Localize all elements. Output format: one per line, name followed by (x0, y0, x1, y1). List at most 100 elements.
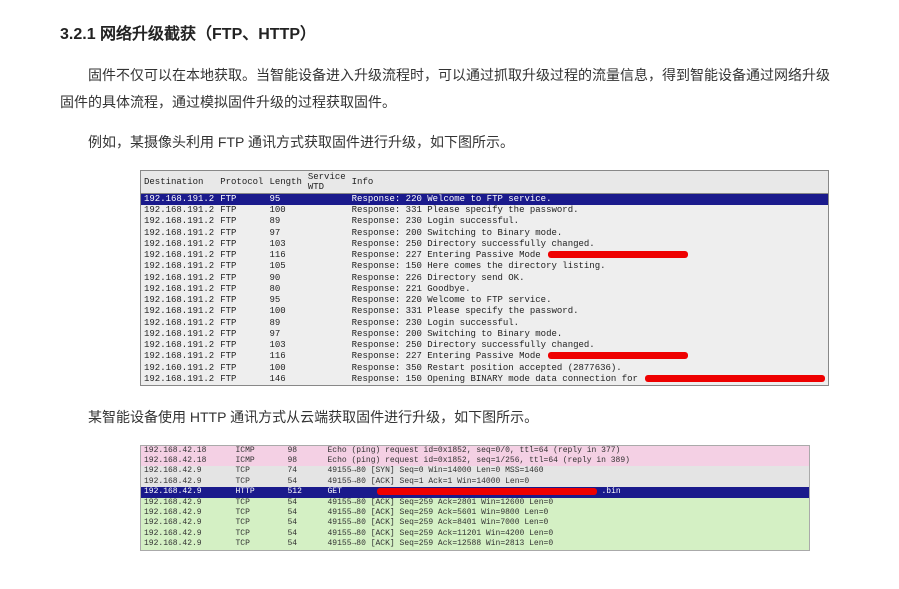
cell: HTTP (233, 487, 285, 497)
paragraph-1: 固件不仅可以在本地获取。当智能设备进入升级流程时，可以通过抓取升级过程的流量信息… (60, 62, 839, 115)
table-row: 192.168.42.9TCP7449155→80 [SYN] Seq=0 Wi… (141, 466, 810, 476)
table-row: 192.168.191.2FTP146Response: 150 Opening… (141, 374, 829, 386)
info-text: 49155→80 [ACK] Seq=259 Ack=2801 Win=1260… (328, 498, 554, 507)
cell-info: Response: 150 Opening BINARY mode data c… (349, 374, 829, 386)
cell: 192.168.191.2 (141, 273, 218, 284)
cell: 95 (266, 295, 304, 306)
cell (305, 284, 349, 295)
http-table: 192.168.42.18ICMP98Echo (ping) request i… (140, 445, 810, 551)
info-text: 49155→80 [ACK] Seq=259 Ack=11201 Win=420… (328, 529, 554, 538)
redaction-icon (548, 352, 688, 359)
table-row: 192.168.42.18ICMP98Echo (ping) request i… (141, 445, 810, 456)
cell: 192.168.191.2 (141, 306, 218, 317)
table-row: 192.168.42.9TCP5449155→80 [ACK] Seq=259 … (141, 529, 810, 539)
info-text: Response: 220 Welcome to FTP service. (352, 194, 552, 204)
table-row: 192.168.191.2FTP103Response: 250 Directo… (141, 340, 829, 351)
cell: 98 (285, 456, 325, 466)
table-row: 192.168.42.9TCP5449155→80 [ACK] Seq=1 Ac… (141, 477, 810, 487)
info-text: Echo (ping) request id=0x1852, seq=1/256… (328, 456, 630, 465)
cell: FTP (217, 261, 266, 272)
cell-info: Response: 220 Welcome to FTP service. (349, 295, 829, 306)
info-text: Response: 250 Directory successfully cha… (352, 239, 595, 249)
cell: FTP (217, 374, 266, 386)
redaction-icon (645, 375, 825, 382)
cell: TCP (233, 466, 285, 476)
info-text: 49155→80 [ACK] Seq=259 Ack=12588 Win=281… (328, 539, 554, 548)
cell: 80 (266, 284, 304, 295)
cell-info: 49155→80 [ACK] Seq=1 Ack=1 Win=14000 Len… (325, 477, 810, 487)
paragraph-2: 例如，某摄像头利用 FTP 通讯方式获取固件进行升级，如下图所示。 (60, 129, 839, 156)
cell: 146 (266, 374, 304, 386)
cell-info: 49155→80 [ACK] Seq=259 Ack=12588 Win=281… (325, 539, 810, 550)
cell: 74 (285, 466, 325, 476)
info-text: Response: 227 Entering Passive Mode (352, 250, 546, 260)
info-text: Response: 331 Please specify the passwor… (352, 205, 579, 215)
cell: 192.168.191.2 (141, 351, 218, 362)
info-text: Response: 150 Opening BINARY mode data c… (352, 374, 644, 384)
cell (305, 273, 349, 284)
cell: FTP (217, 295, 266, 306)
cell: 192.168.191.2 (141, 228, 218, 239)
cell: TCP (233, 529, 285, 539)
paragraph-3: 某智能设备使用 HTTP 通讯方式从云端获取固件进行升级，如下图所示。 (60, 404, 839, 431)
cell: 95 (266, 193, 304, 205)
cell: FTP (217, 318, 266, 329)
cell: 192.168.42.9 (141, 529, 233, 539)
cell: FTP (217, 306, 266, 317)
cell (305, 306, 349, 317)
cell: 98 (285, 445, 325, 456)
cell-info: Response: 350 Restart position accepted … (349, 363, 829, 374)
cell: 192.168.42.18 (141, 445, 233, 456)
info-text: Response: 350 Restart position accepted … (352, 363, 622, 373)
cell-info: 49155→80 [ACK] Seq=259 Ack=2801 Win=1260… (325, 498, 810, 508)
cell: 192.168.42.9 (141, 477, 233, 487)
cell: FTP (217, 193, 266, 205)
table-row: 192.168.191.2FTP105Response: 150 Here co… (141, 261, 829, 272)
cell: 97 (266, 329, 304, 340)
cell: 192.168.191.2 (141, 205, 218, 216)
cell-info: Response: 221 Goodbye. (349, 284, 829, 295)
cell: 192.168.42.9 (141, 539, 233, 550)
cell: 192.168.191.2 (141, 193, 218, 205)
cell: 54 (285, 529, 325, 539)
col-header: Service WTD (305, 170, 349, 193)
cell-info: 49155→80 [ACK] Seq=259 Ack=5601 Win=9800… (325, 508, 810, 518)
cell: 54 (285, 508, 325, 518)
table-row: 192.168.42.9TCP5449155→80 [ACK] Seq=259 … (141, 539, 810, 550)
cell-info: 49155→80 [SYN] Seq=0 Win=14000 Len=0 MSS… (325, 466, 810, 476)
cell: 89 (266, 318, 304, 329)
table-row: 192.168.191.2FTP116Response: 227 Enterin… (141, 250, 829, 261)
cell-info: Response: 226 Directory send OK. (349, 273, 829, 284)
table-row: 192.168.42.18ICMP98Echo (ping) request i… (141, 456, 810, 466)
info-text: 49155→80 [SYN] Seq=0 Win=14000 Len=0 MSS… (328, 466, 544, 475)
cell (305, 295, 349, 306)
cell (305, 374, 349, 386)
cell: ICMP (233, 456, 285, 466)
cell: 105 (266, 261, 304, 272)
cell: 192.168.42.18 (141, 456, 233, 466)
cell-info: Response: 227 Entering Passive Mode (349, 250, 829, 261)
cell (305, 351, 349, 362)
cell: 192.168.191.2 (141, 250, 218, 261)
cell-info: 49155→80 [ACK] Seq=259 Ack=11201 Win=420… (325, 529, 810, 539)
table-row: 192.168.42.9HTTP512GET .bin (141, 487, 810, 497)
cell: 192.168.42.9 (141, 498, 233, 508)
table-row: 192.168.191.2FTP95Response: 220 Welcome … (141, 295, 829, 306)
cell (305, 329, 349, 340)
info-text: 49155→80 [ACK] Seq=1 Ack=1 Win=14000 Len… (328, 477, 530, 486)
cell: 512 (285, 487, 325, 497)
cell-info: Echo (ping) request id=0x1852, seq=1/256… (325, 456, 810, 466)
info-text: Response: 226 Directory send OK. (352, 273, 525, 283)
table-row: 192.168.191.2FTP97Response: 200 Switchin… (141, 329, 829, 340)
cell (305, 318, 349, 329)
table-row: 192.168.191.2FTP103Response: 250 Directo… (141, 239, 829, 250)
ftp-capture-figure: Destination Protocol Length Service WTD … (140, 170, 839, 386)
cell (305, 261, 349, 272)
cell: 192.160.191.2 (141, 363, 218, 374)
cell: TCP (233, 518, 285, 528)
cell: 90 (266, 273, 304, 284)
table-row: 192.168.191.2FTP95 Response: 220 Welcome … (141, 193, 829, 205)
cell (305, 250, 349, 261)
cell-info: Response: 230 Login successful. (349, 318, 829, 329)
cell-info: GET .bin (325, 487, 810, 497)
